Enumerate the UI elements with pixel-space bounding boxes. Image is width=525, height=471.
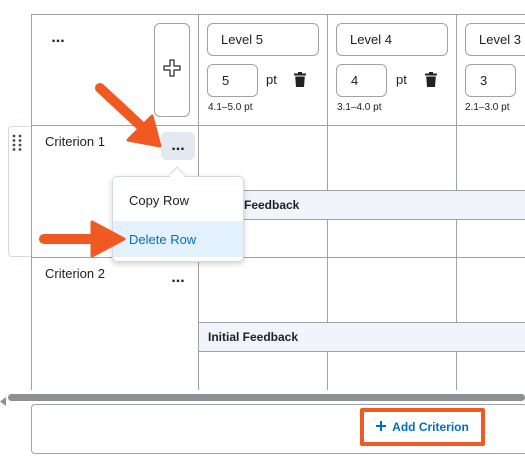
- points-unit: pt: [396, 72, 407, 87]
- feedback-label: Feedback: [244, 198, 300, 212]
- add-criterion-button[interactable]: Add Criterion: [366, 414, 479, 440]
- add-criterion-label: Add Criterion: [392, 420, 469, 434]
- level-points-text: 3: [480, 73, 488, 88]
- level-range: 4.1–5.0 pt: [208, 102, 253, 113]
- rubric-more-button[interactable]: ...: [46, 30, 70, 46]
- level-points-text: 4: [351, 73, 359, 88]
- row-context-menu: Copy Row Delete Row: [112, 176, 244, 262]
- level-name-text: Level 5: [221, 32, 263, 47]
- plus-icon: [163, 58, 181, 82]
- criterion-more-button[interactable]: ...: [163, 268, 193, 288]
- level-range: 2.1–3.0 pt: [465, 102, 510, 113]
- plus-icon: [376, 420, 387, 434]
- level-name-input[interactable]: Level 5: [207, 23, 319, 56]
- more-label: ...: [171, 269, 185, 286]
- drag-handle-icon[interactable]: [12, 134, 22, 152]
- grid-line: [31, 14, 525, 15]
- level-points-text: 5: [222, 73, 230, 88]
- grid-line: [198, 351, 525, 352]
- level-points-input[interactable]: 5: [207, 64, 258, 97]
- level-range: 3.1–4.0 pt: [337, 102, 382, 113]
- level-name-input[interactable]: Level 3: [465, 23, 525, 56]
- menu-item-delete-row[interactable]: Delete Row: [113, 221, 243, 257]
- level-name-text: Level 4: [350, 32, 392, 47]
- annotation-arrow-icon: [95, 83, 162, 148]
- more-label: ...: [51, 29, 65, 46]
- level-points-input[interactable]: 3: [465, 64, 516, 97]
- feedback-label: Initial Feedback: [208, 330, 299, 344]
- criterion-name[interactable]: Criterion 2: [45, 266, 105, 281]
- grid-line: [198, 219, 525, 220]
- trash-icon[interactable]: [294, 72, 306, 92]
- horizontal-scrollbar[interactable]: [8, 394, 525, 401]
- grid-line: [31, 14, 32, 390]
- annotation-arrow-icon: [39, 220, 126, 258]
- level-points-input[interactable]: 4: [336, 64, 387, 97]
- menu-item-copy-row[interactable]: Copy Row: [113, 182, 243, 218]
- level-name-input[interactable]: Level 4: [336, 23, 448, 56]
- level-name-text: Level 3: [479, 32, 521, 47]
- more-label: ...: [171, 137, 185, 154]
- points-unit: pt: [266, 72, 277, 87]
- trash-icon[interactable]: [425, 72, 437, 92]
- add-criterion-highlight: Add Criterion: [360, 408, 485, 446]
- scroll-left-icon[interactable]: [0, 393, 6, 411]
